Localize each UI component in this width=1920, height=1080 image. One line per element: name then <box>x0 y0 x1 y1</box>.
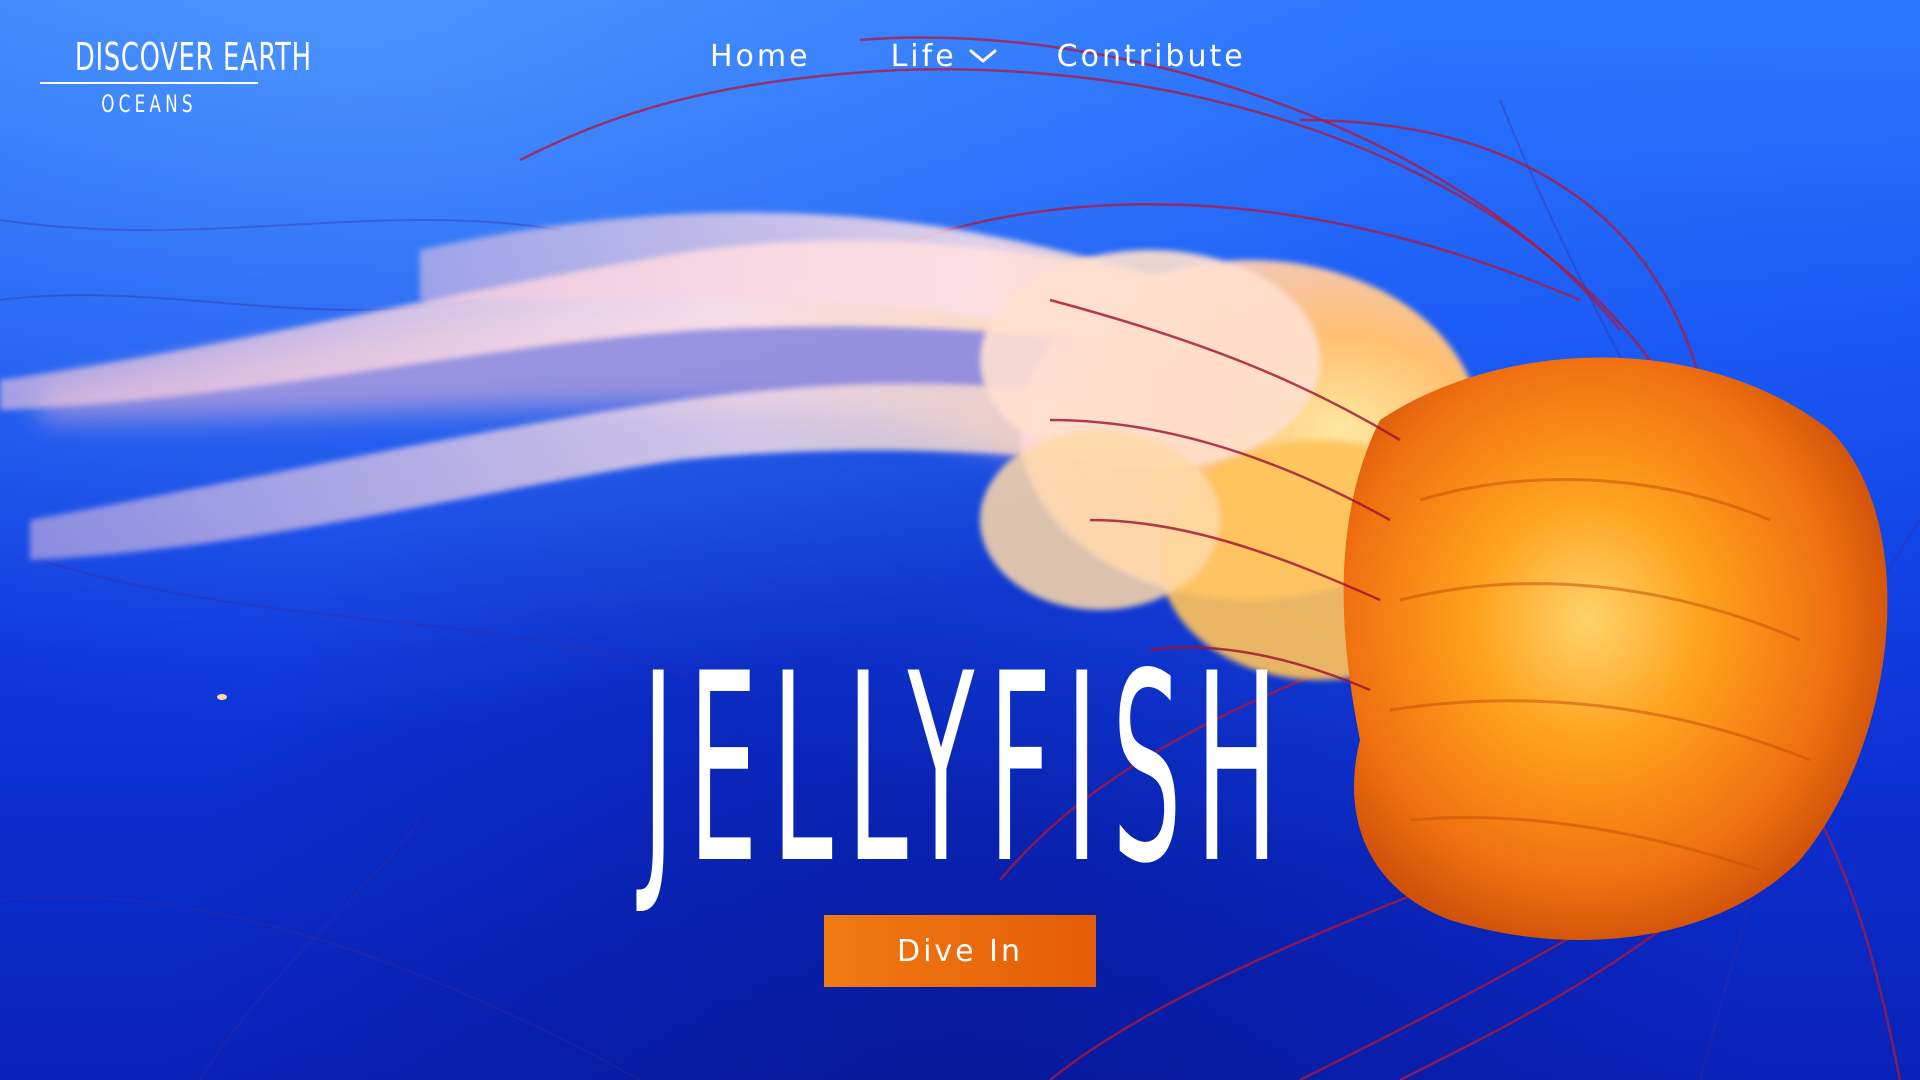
nav-item-contribute[interactable]: Contribute <box>1057 39 1246 74</box>
nav-item-home[interactable]: Home <box>710 39 811 74</box>
logo-title: DISCOVER EARTH <box>74 35 312 79</box>
nav-item-contribute-label: Contribute <box>1056 38 1246 74</box>
logo-divider <box>40 82 258 84</box>
hero-title: JELLYFISH <box>642 619 1293 921</box>
main-nav: Home Life Contribute <box>710 36 1246 76</box>
nav-item-life-label: Life <box>890 38 957 74</box>
chevron-down-icon <box>969 49 997 63</box>
dive-in-button[interactable]: Dive In <box>824 915 1096 987</box>
nav-item-life[interactable]: Life <box>891 39 997 74</box>
hero-page: DISCOVER EARTH OCEANS Home Life Contribu… <box>0 0 1920 1080</box>
logo-subtitle: OCEANS <box>101 90 197 118</box>
nav-item-home-label: Home <box>710 38 811 74</box>
site-logo[interactable]: DISCOVER EARTH OCEANS <box>40 35 312 118</box>
